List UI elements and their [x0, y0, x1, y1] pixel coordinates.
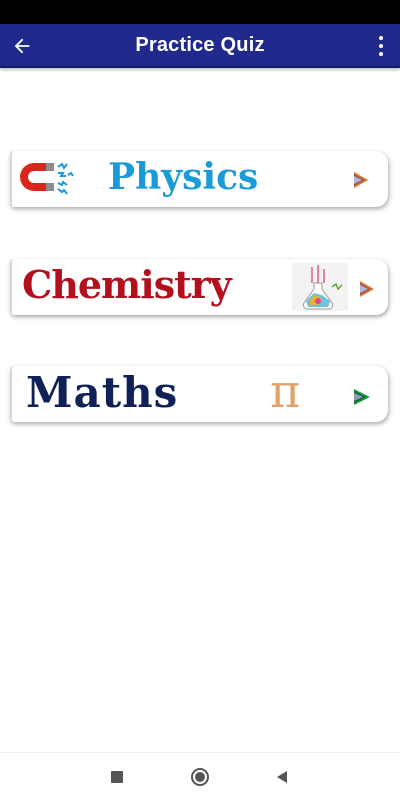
subject-card-maths[interactable]: Maths π [10, 366, 388, 422]
subject-label-physics: Physics [108, 156, 259, 198]
chevron-right-icon [350, 169, 376, 191]
flask-icon [292, 263, 348, 311]
page-title: Practice Quiz [135, 33, 265, 56]
app-bar: Practice Quiz [0, 24, 400, 68]
subject-label-chemistry: Chemistry [22, 262, 232, 307]
more-vert-icon[interactable] [376, 36, 386, 56]
circle-icon[interactable] [190, 767, 210, 787]
square-icon[interactable] [107, 767, 127, 787]
system-nav-bar [0, 752, 400, 800]
pi-icon: π [270, 366, 301, 418]
magnet-icon [20, 159, 102, 201]
arrow-left-icon[interactable] [8, 32, 36, 60]
chevron-right-icon [356, 278, 382, 300]
triangle-back-icon[interactable] [272, 767, 292, 787]
chevron-right-icon [350, 386, 376, 408]
subject-card-chemistry[interactable]: Chemistry [10, 259, 388, 315]
status-bar [0, 0, 400, 24]
subject-label-maths: Maths [26, 368, 179, 417]
subject-card-physics[interactable]: Physics [10, 151, 388, 207]
